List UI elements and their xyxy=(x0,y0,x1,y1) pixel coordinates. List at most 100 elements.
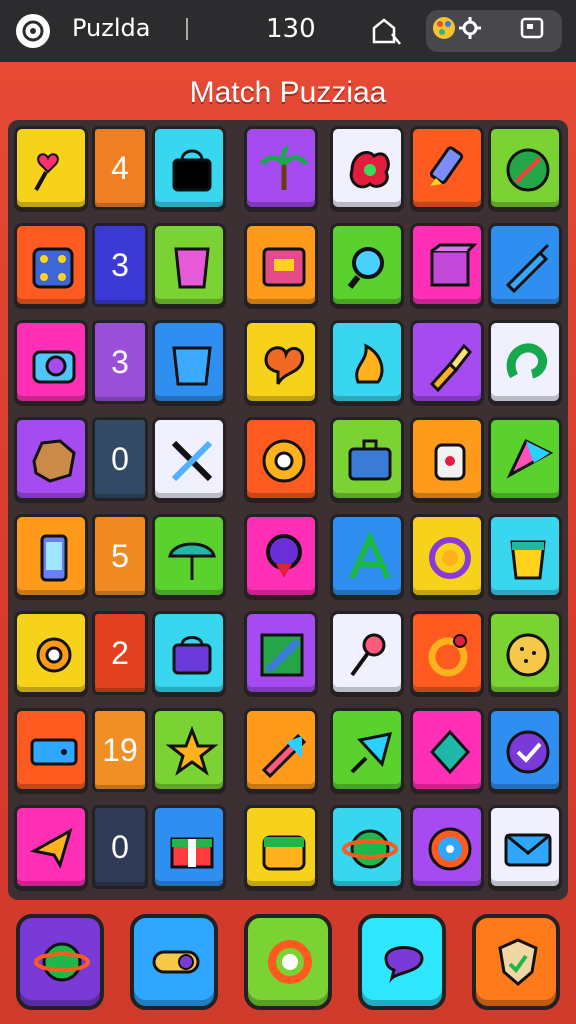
tile[interactable] xyxy=(410,611,484,695)
score-counter: 130 xyxy=(266,14,316,44)
tile[interactable] xyxy=(410,320,484,404)
shield-icon xyxy=(498,938,538,986)
check-icon xyxy=(506,730,550,774)
tile[interactable] xyxy=(244,611,318,695)
arrow-star-icon xyxy=(29,827,73,869)
tile[interactable] xyxy=(14,126,88,210)
share-icon[interactable] xyxy=(368,14,402,48)
tile[interactable] xyxy=(330,223,404,307)
disc-icon xyxy=(262,439,306,483)
tile[interactable] xyxy=(330,611,404,695)
tile[interactable] xyxy=(14,805,88,889)
tile[interactable] xyxy=(244,126,318,210)
tile[interactable] xyxy=(14,708,88,792)
tile[interactable] xyxy=(488,611,562,695)
tile[interactable] xyxy=(244,320,318,404)
tile[interactable] xyxy=(488,708,562,792)
ticket-icon xyxy=(30,738,78,766)
tile[interactable] xyxy=(244,805,318,889)
tile[interactable] xyxy=(14,611,88,695)
lifebuoy-icon xyxy=(268,940,312,984)
flame-icon xyxy=(355,343,384,384)
tile[interactable] xyxy=(330,708,404,792)
tile[interactable] xyxy=(244,417,318,501)
tile[interactable] xyxy=(152,514,226,598)
cake-icon xyxy=(262,835,306,871)
tile[interactable] xyxy=(488,126,562,210)
gear-icon xyxy=(36,637,72,673)
bottle-icon xyxy=(434,443,466,481)
tile[interactable] xyxy=(330,805,404,889)
tile[interactable] xyxy=(330,417,404,501)
tile[interactable] xyxy=(14,417,88,501)
tile[interactable] xyxy=(330,514,404,598)
ring-icon xyxy=(428,634,468,677)
compass-icon xyxy=(506,148,550,192)
tile[interactable] xyxy=(244,223,318,307)
tile[interactable] xyxy=(152,417,226,501)
tile[interactable] xyxy=(152,611,226,695)
brush-icon xyxy=(429,343,472,392)
target-icon xyxy=(428,827,472,871)
tile[interactable] xyxy=(410,126,484,210)
box-icon xyxy=(262,247,306,287)
tile[interactable] xyxy=(152,320,226,404)
settings-gear-icon[interactable] xyxy=(456,14,490,48)
tile[interactable] xyxy=(410,805,484,889)
tile[interactable] xyxy=(244,708,318,792)
row-number: 0 xyxy=(92,805,148,889)
row-number: 5 xyxy=(92,514,148,598)
dart-icon xyxy=(350,732,393,774)
dock-button[interactable] xyxy=(358,914,446,1010)
magnifier-icon xyxy=(347,247,384,289)
tile[interactable] xyxy=(410,708,484,792)
tile[interactable] xyxy=(152,805,226,889)
row-number: 0 xyxy=(92,417,148,501)
cup-icon xyxy=(174,247,210,289)
camera-icon xyxy=(32,350,76,384)
star-icon xyxy=(165,725,219,776)
planet-icon xyxy=(342,829,398,869)
row-number: 2 xyxy=(92,611,148,695)
dock-button[interactable] xyxy=(472,914,560,1010)
tile[interactable] xyxy=(488,805,562,889)
tile[interactable] xyxy=(330,126,404,210)
crossed-tools-icon xyxy=(171,440,213,482)
marker-icon xyxy=(429,146,464,186)
dock-button[interactable] xyxy=(244,914,332,1010)
dock-button[interactable] xyxy=(130,914,218,1010)
row-number: 4 xyxy=(92,126,148,210)
tile[interactable] xyxy=(488,223,562,307)
rock-icon xyxy=(32,439,76,483)
pencil-icon xyxy=(260,633,304,677)
gift-icon xyxy=(170,837,214,869)
envelope-icon xyxy=(504,833,552,867)
window-icon[interactable] xyxy=(518,14,552,48)
planet-icon xyxy=(34,942,90,982)
briefcase-icon xyxy=(348,439,392,481)
tile[interactable] xyxy=(14,223,88,307)
app-logo-icon[interactable] xyxy=(16,14,50,48)
dice-icon xyxy=(32,247,74,289)
cube-icon xyxy=(430,243,478,287)
tile[interactable] xyxy=(152,708,226,792)
tile[interactable] xyxy=(488,514,562,598)
phone-icon xyxy=(40,534,68,582)
row-number: 3 xyxy=(92,223,148,307)
dock-button[interactable] xyxy=(16,914,104,1010)
tile[interactable] xyxy=(330,320,404,404)
tile[interactable] xyxy=(410,417,484,501)
tile[interactable] xyxy=(410,223,484,307)
tile[interactable] xyxy=(14,320,88,404)
row-number: 19 xyxy=(92,708,148,792)
lock-box-icon xyxy=(172,636,212,675)
tile[interactable] xyxy=(488,320,562,404)
tile[interactable] xyxy=(152,126,226,210)
tile[interactable] xyxy=(152,223,226,307)
toggle-icon xyxy=(152,950,200,974)
tile[interactable] xyxy=(14,514,88,598)
tile[interactable] xyxy=(410,514,484,598)
tile[interactable] xyxy=(244,514,318,598)
drink-cup-icon xyxy=(510,540,546,580)
tile[interactable] xyxy=(488,417,562,501)
